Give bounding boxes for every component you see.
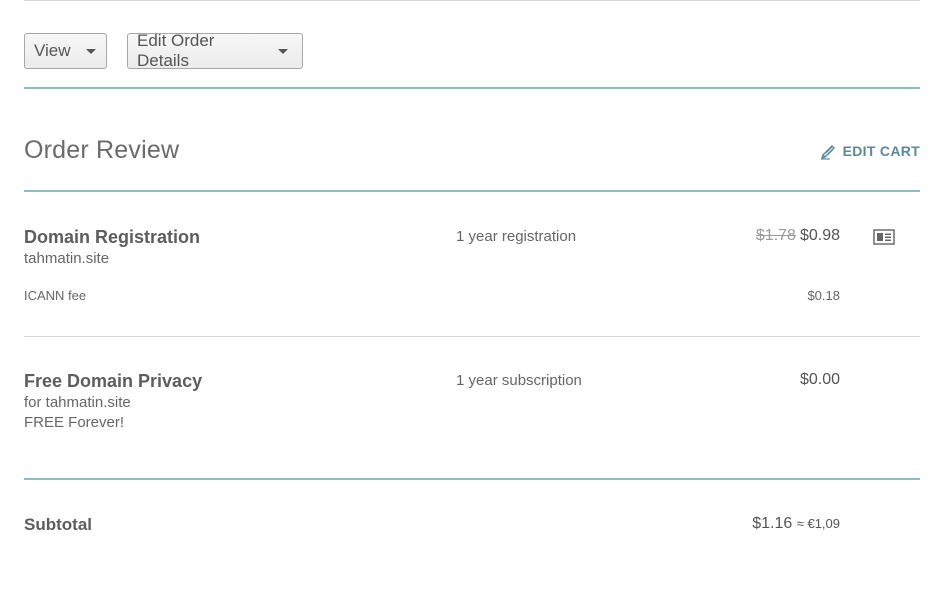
subtotal-amount: $1.16 bbox=[752, 515, 793, 532]
caret-down-icon bbox=[278, 48, 288, 54]
icann-fee-label: ICANN fee bbox=[24, 288, 87, 303]
item-price: $1.78 $0.98 bbox=[756, 227, 840, 245]
toolbar-divider bbox=[24, 87, 920, 89]
view-dropdown-label: View bbox=[34, 41, 71, 60]
edit-order-details-label: Edit Order Details bbox=[137, 31, 215, 70]
item-title: Domain Registration bbox=[24, 227, 201, 247]
item-price: $0.00 bbox=[799, 371, 840, 388]
subtotal-label: Subtotal bbox=[24, 515, 92, 534]
item-domain: for tahmatin.site bbox=[24, 394, 131, 411]
subtotal-divider bbox=[24, 478, 920, 480]
top-divider bbox=[24, 0, 920, 1]
edit-cart-link[interactable]: EDIT CART bbox=[820, 142, 920, 160]
item-note: FREE Forever! bbox=[24, 414, 125, 431]
edit-order-details-dropdown[interactable]: Edit Order Details bbox=[127, 31, 303, 70]
subtotal-price: $1.16 ≈ €1,09 bbox=[752, 515, 840, 533]
item-term: 1 year registration bbox=[456, 228, 577, 245]
item-term: 1 year subscription bbox=[456, 372, 582, 389]
contact-card-icon[interactable] bbox=[873, 229, 895, 250]
header-divider bbox=[24, 190, 920, 192]
discounted-price: $0.98 bbox=[799, 227, 840, 244]
subtotal-converted: ≈ €1,09 bbox=[796, 516, 840, 531]
item-domain: tahmatin.site bbox=[24, 250, 110, 267]
item-divider bbox=[24, 336, 920, 337]
view-dropdown[interactable]: View bbox=[24, 33, 107, 69]
item-title: Free Domain Privacy bbox=[24, 371, 203, 391]
original-price: $1.78 bbox=[755, 227, 796, 244]
page-title: Order Review bbox=[24, 136, 180, 164]
edit-cart-label: EDIT CART bbox=[842, 143, 920, 159]
caret-down-icon bbox=[85, 48, 96, 54]
pencil-icon bbox=[820, 145, 835, 160]
icann-fee-price: $0.18 bbox=[807, 288, 840, 303]
